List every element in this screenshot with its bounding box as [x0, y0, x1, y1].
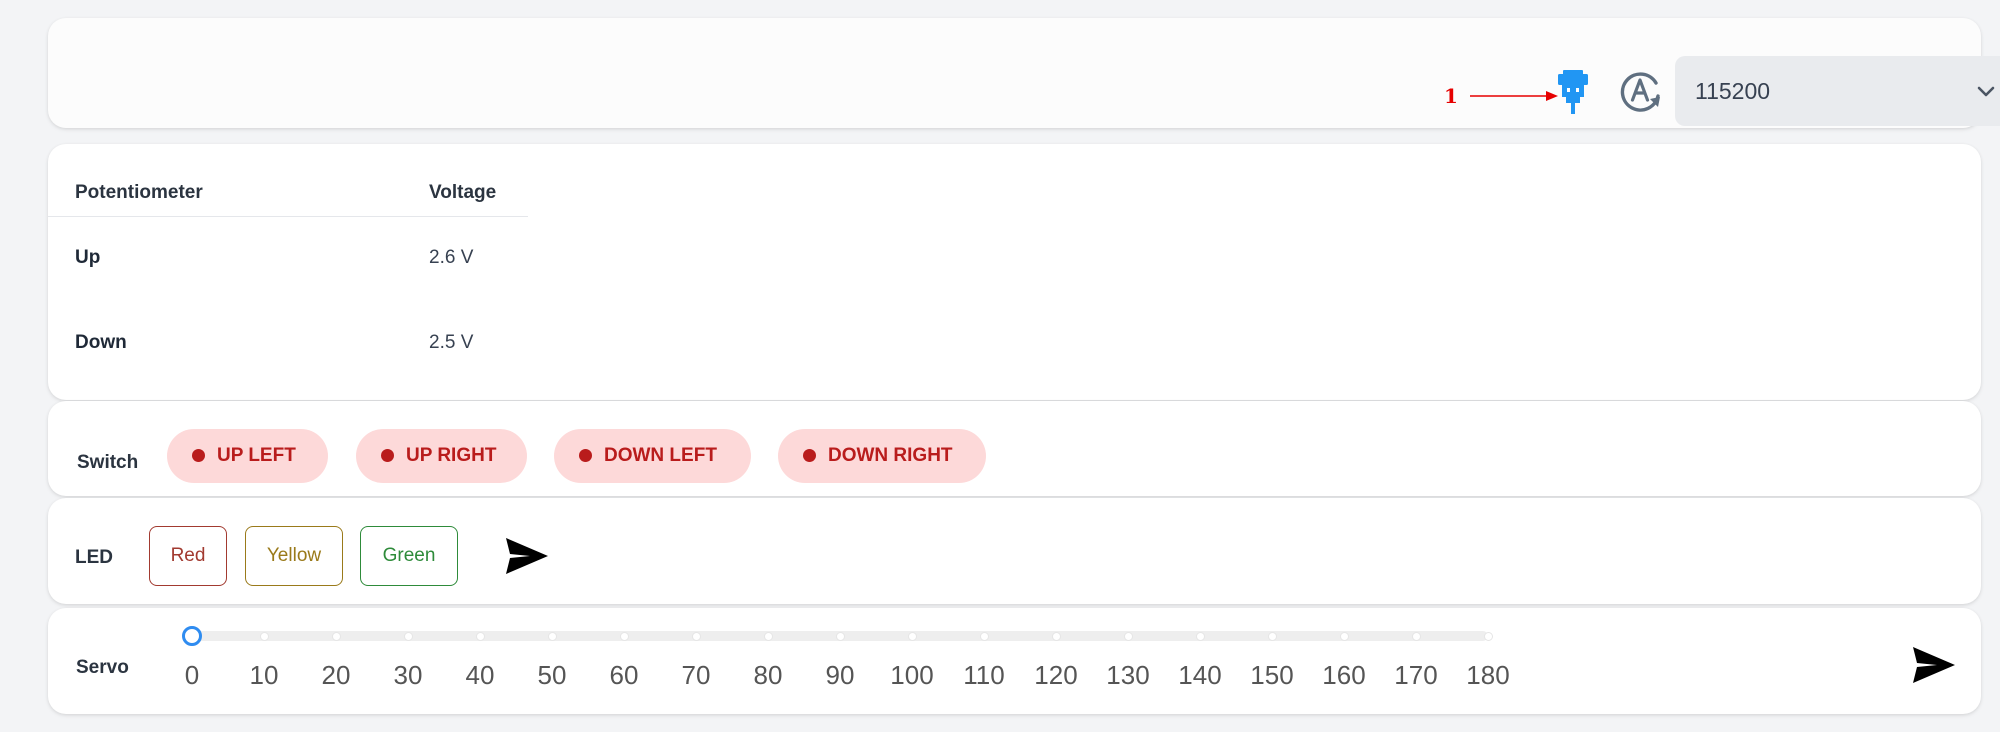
servo-panel: Servo 0 10 20 30 40 50 60 70 80 90 100 110 120 130 140… [48, 608, 1981, 714]
slider-tick-label: 170 [1394, 660, 1438, 690]
switch-chip-down-left[interactable]: DOWN LEFT [554, 429, 751, 483]
led-green-button[interactable]: Green [360, 526, 458, 586]
status-dot-icon [579, 449, 592, 462]
slider-mark [1195, 632, 1205, 641]
slider-tick-label: 80 [753, 660, 783, 690]
switch-panel: Switch UP LEFT UP RIGHT DOWN LEFT DOWN R… [48, 401, 1981, 496]
slider-mark [259, 632, 269, 641]
slider-mark [763, 632, 773, 641]
annotation-arrow [1470, 91, 1558, 101]
slider-mark [907, 632, 917, 641]
slider-tick-label: 70 [681, 660, 711, 690]
slider-mark [547, 632, 557, 641]
chip-label: DOWN RIGHT [828, 445, 953, 466]
potentiometer-name: Up [75, 247, 101, 268]
slider-tick-label: 60 [609, 660, 639, 690]
slider-tick-label: 40 [465, 660, 495, 690]
slider-tick-label: 50 [537, 660, 567, 690]
slider-mark [691, 632, 701, 641]
switch-chip-down-right[interactable]: DOWN RIGHT [778, 429, 986, 483]
table-header-divider [48, 216, 528, 217]
slider-tick-label: 90 [825, 660, 855, 690]
slider-mark [979, 632, 989, 641]
slider-mark [1411, 632, 1421, 641]
auto-mode-icon[interactable] [1617, 69, 1663, 115]
chevron-down-icon [1977, 86, 1995, 97]
slider-tick-label: 180 [1466, 660, 1510, 690]
slider-mark [403, 632, 413, 641]
slider-mark [619, 632, 629, 641]
potentiometer-name: Down [75, 332, 127, 353]
slider-tick-label: 150 [1250, 660, 1294, 690]
slider-mark [1339, 632, 1349, 641]
chip-label: UP RIGHT [406, 445, 497, 466]
slider-mark [1483, 632, 1493, 641]
led-panel: LED Red Yellow Green [48, 498, 1981, 604]
slider-tick-label: 160 [1322, 660, 1366, 690]
led-yellow-button[interactable]: Yellow [245, 526, 343, 586]
slider-tick-label: 20 [321, 660, 351, 690]
baud-rate-value: 115200 [1695, 78, 1771, 104]
slider-tick-label: 100 [890, 660, 934, 690]
slider-mark [1123, 632, 1133, 641]
switch-chip-up-right[interactable]: UP RIGHT [356, 429, 527, 483]
led-red-button[interactable]: Red [149, 526, 227, 586]
slider-tick-label: 30 [393, 660, 423, 690]
status-dot-icon [381, 449, 394, 462]
potentiometer-voltage: 2.6 V [429, 247, 474, 268]
status-dot-icon [803, 449, 816, 462]
servo-slider-thumb[interactable] [182, 626, 202, 646]
slider-mark [1267, 632, 1277, 641]
slider-mark [331, 632, 341, 641]
connection-toolbar: 1 115200 [48, 18, 2000, 128]
send-icon[interactable] [504, 536, 550, 576]
slider-tick-label: 0 [184, 660, 200, 690]
led-label: LED [75, 547, 113, 568]
column-header-voltage: Voltage [429, 182, 497, 203]
slider-tick-label: 130 [1106, 660, 1150, 690]
chip-label: UP LEFT [217, 445, 296, 466]
switch-label: Switch [77, 452, 139, 473]
switch-chip-up-left[interactable]: UP LEFT [167, 429, 328, 483]
column-header-potentiometer: Potentiometer [75, 182, 203, 203]
slider-mark [475, 632, 485, 641]
annotation-number: 1 [1444, 84, 1458, 108]
slider-mark [1051, 632, 1061, 641]
send-icon[interactable] [1911, 645, 1957, 685]
usb-plug-icon[interactable] [1556, 70, 1590, 114]
potentiometer-voltage: 2.5 V [429, 332, 474, 353]
slider-tick-label: 10 [249, 660, 279, 690]
status-dot-icon [192, 449, 205, 462]
chip-label: DOWN LEFT [604, 445, 717, 466]
baud-rate-select[interactable]: 115200 [1675, 56, 2000, 126]
potentiometer-table: Potentiometer Voltage Up 2.6 V Down 2.5 … [48, 144, 1981, 400]
slider-mark [835, 632, 845, 641]
slider-tick-label: 120 [1034, 660, 1078, 690]
slider-tick-label: 110 [963, 660, 1005, 690]
servo-label: Servo [76, 657, 129, 678]
slider-tick-label: 140 [1178, 660, 1222, 690]
